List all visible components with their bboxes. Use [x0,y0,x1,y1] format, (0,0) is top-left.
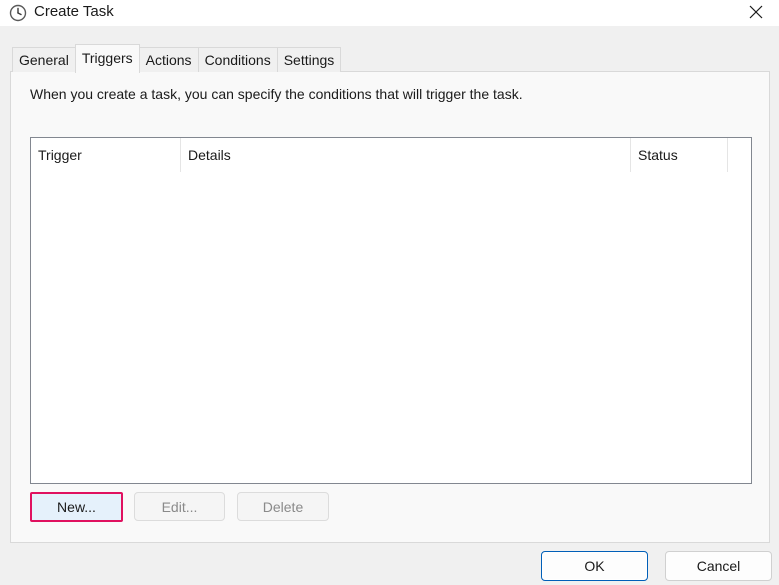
triggers-list[interactable]: Trigger Details Status [30,137,752,484]
tab-general[interactable]: General [12,47,76,72]
tab-strip: General Triggers Actions Conditions Sett… [12,44,342,73]
close-button[interactable] [733,0,779,26]
create-task-dialog: Create Task General Triggers Actions Con… [0,0,779,585]
window-title: Create Task [34,3,114,20]
cancel-button[interactable]: Cancel [665,551,772,581]
column-header-status[interactable]: Status [631,138,728,172]
close-icon [749,5,763,22]
edit-trigger-button[interactable]: Edit... [134,492,225,521]
triggers-description: When you create a task, you can specify … [30,86,523,102]
title-bar: Create Task [0,0,779,26]
ok-button[interactable]: OK [541,551,648,581]
tab-conditions[interactable]: Conditions [197,47,278,72]
column-header-trigger[interactable]: Trigger [31,138,181,172]
tab-actions[interactable]: Actions [138,47,199,72]
triggers-list-header: Trigger Details Status [31,138,751,172]
delete-trigger-button[interactable]: Delete [237,492,329,521]
tab-settings[interactable]: Settings [276,47,342,72]
column-header-details[interactable]: Details [181,138,631,172]
new-trigger-button[interactable]: New... [30,492,123,522]
clock-icon [9,4,27,22]
tab-triggers[interactable]: Triggers [74,44,140,73]
